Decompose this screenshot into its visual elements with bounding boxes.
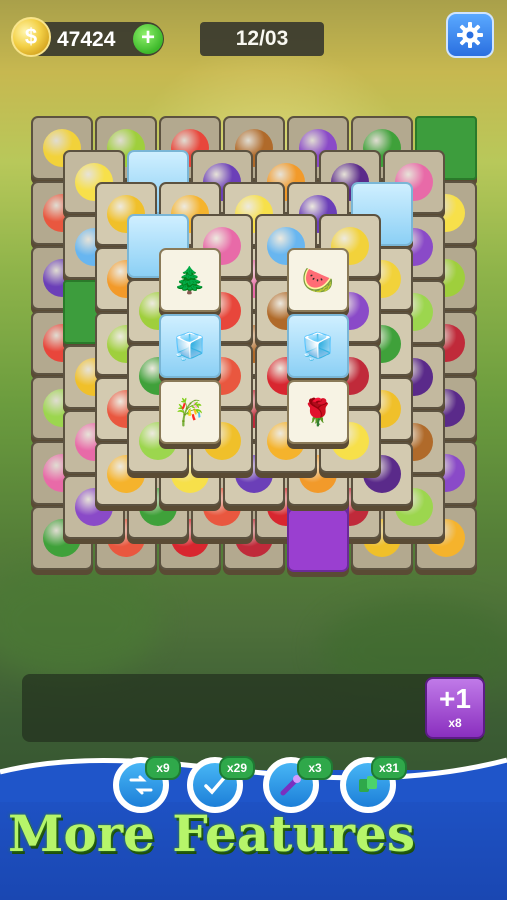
undo-count-badge: x29 [219,756,255,780]
shuffle-count-badge: x9 [145,756,181,780]
promo-title: More Features [8,804,415,863]
magic-count-badge: x3 [297,756,333,780]
tile-bamboo[interactable]: 🎋 [159,380,221,444]
ice-2-icon: 🧊 [301,331,335,361]
bamboo-icon: 🎋 [173,397,207,427]
wave-divider [0,757,507,802]
purple-stack [287,508,349,572]
watermelon-icon: 🍉 [301,265,335,295]
add-slot-button[interactable]: +1 x8 [425,677,485,739]
tile-ice-1[interactable]: 🧊 [159,314,221,378]
tile-tray [22,674,484,742]
tile-rose[interactable]: 🌹 [287,380,349,444]
add-slot-count: x8 [448,716,462,730]
tree-icon: 🌲 [173,265,207,295]
tile-tree[interactable]: 🌲 [159,248,221,312]
rose-icon: 🌹 [301,397,335,427]
tile-ice-2[interactable]: 🧊 [287,314,349,378]
add-slot-label: +1 [439,683,471,714]
ice-1-icon: 🧊 [173,331,207,361]
tile-watermelon[interactable]: 🍉 [287,248,349,312]
hint-count-badge: x31 [371,756,407,780]
